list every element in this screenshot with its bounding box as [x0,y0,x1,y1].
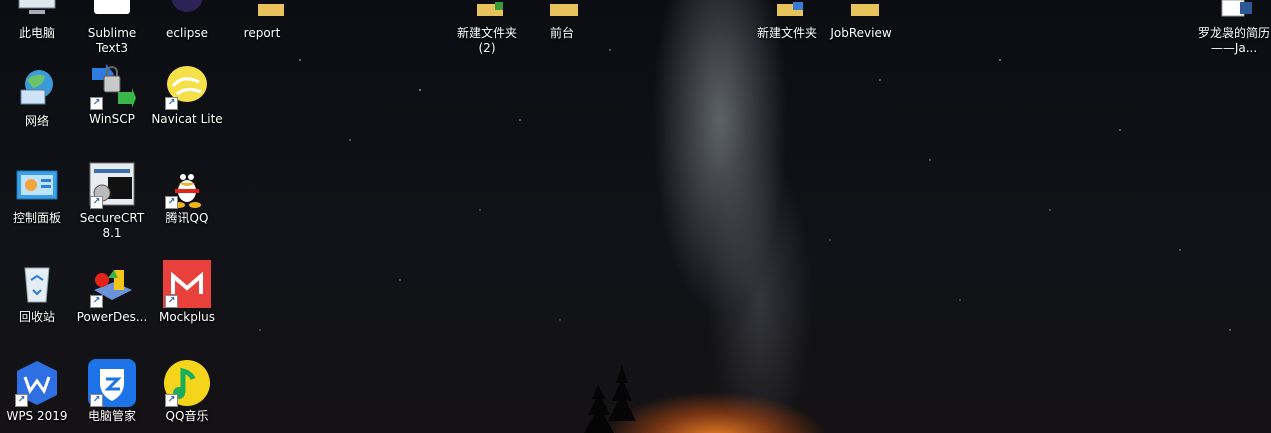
shortcut-arrow-icon: ↗ [165,196,178,209]
shortcut-arrow-icon: ↗ [165,394,178,407]
icon-label: 腾讯QQ [165,211,209,225]
desktop-icon-resume-doc[interactable]: 罗龙袅的简历——Ja... [1197,0,1271,56]
desktop-icon-this-pc[interactable]: 此电脑 [0,0,74,41]
computer-icon [13,0,61,24]
icon-label: 罗龙袅的简历——Ja... [1197,26,1270,55]
shortcut-arrow-icon: ↗ [15,394,28,407]
sublime-icon [88,0,136,24]
pc-manager-icon: ↗ [88,359,136,407]
folder-icon [463,0,511,24]
icon-label: JobReview [830,26,892,40]
qq-music-icon: ↗ [163,359,211,407]
icon-label: QQ音乐 [165,409,209,423]
icon-label: WinSCP [89,112,135,126]
icon-label: PowerDes... [76,310,148,324]
shortcut-arrow-icon: ↗ [90,394,103,407]
folder-icon [763,0,811,24]
desktop-icon-recycle-bin[interactable]: 回收站 [0,260,74,325]
icon-label: 前台 [549,26,574,40]
icon-label: 新建文件夹 (2) [456,26,517,55]
folder-icon [837,0,885,24]
desktop-icon-new-folder-2[interactable]: 新建文件夹 (2) [450,0,524,56]
network-icon [13,64,61,112]
icon-label: report [243,26,281,40]
icon-label: 新建文件夹 [756,26,817,40]
icon-label: Mockplus [158,310,216,324]
desktop-icon-new-folder[interactable]: 新建文件夹 [750,0,824,41]
desktop-icon-securecrt[interactable]: ↗ SecureCRT 8.1 [75,161,149,241]
shortcut-arrow-icon: ↗ [90,295,103,308]
mockplus-icon: ↗ [163,260,211,308]
shortcut-arrow-icon: ↗ [165,97,178,110]
qq-icon: ↗ [163,161,211,209]
desktop-icon-jobreview[interactable]: JobReview [824,0,898,41]
shortcut-arrow-icon: ↗ [90,196,103,209]
desktop-icon-sublime-text[interactable]: Sublime Text3 [75,0,149,56]
icon-label: Sublime Text3 [87,26,137,55]
desktop-icon-winscp[interactable]: ↗ WinSCP [75,62,149,127]
navicat-icon: ↗ [163,62,211,110]
recycle-bin-icon [13,260,61,308]
desktop-icon-control-panel[interactable]: 控制面板 [0,161,74,226]
shortcut-arrow-icon: ↗ [165,295,178,308]
desktop-icon-network[interactable]: 网络 [0,64,74,129]
eclipse-icon [163,0,211,24]
icon-label: 此电脑 [18,26,55,40]
desktop-icon-wps[interactable]: ↗ WPS 2019 [0,359,74,424]
icon-label: eclipse [166,26,208,40]
desktop-icon-qq-music[interactable]: ↗ QQ音乐 [150,359,224,424]
folder-icon [238,0,286,24]
winscp-icon: ↗ [88,62,136,110]
icon-label: Navicat Lite [151,112,223,126]
icon-label: WPS 2019 [6,409,68,423]
icon-label: 网络 [24,114,49,128]
desktop-icon-powerdesigner[interactable]: ↗ PowerDes... [75,260,149,325]
powerdesigner-icon: ↗ [88,260,136,308]
securecrt-icon: ↗ [88,161,136,209]
control-panel-icon [13,161,61,209]
folder-icon [538,0,586,24]
icon-label: 回收站 [18,310,55,324]
icon-label: SecureCRT 8.1 [79,211,145,240]
wps-icon: ↗ [13,359,61,407]
tree-silhouette [584,365,636,433]
desktop-icon-navicat[interactable]: ↗ Navicat Lite [150,62,224,127]
desktop-icon-tencent-qq[interactable]: ↗ 腾讯QQ [150,161,224,226]
icon-label: 电脑管家 [87,409,136,423]
desktop-icon-pc-manager[interactable]: ↗ 电脑管家 [75,359,149,424]
icon-label: 控制面板 [12,211,61,225]
desktop-icon-report[interactable]: report [225,0,299,41]
word-document-icon [1210,0,1258,24]
shortcut-arrow-icon: ↗ [90,97,103,110]
desktop-icon-mockplus[interactable]: ↗ Mockplus [150,260,224,325]
desktop-icon-qiantai[interactable]: 前台 [525,0,599,41]
desktop-icon-eclipse[interactable]: eclipse [150,0,224,41]
